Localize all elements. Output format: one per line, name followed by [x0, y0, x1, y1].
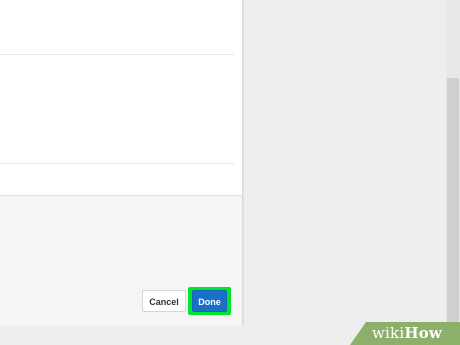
done-button[interactable]: Done [192, 290, 227, 312]
cancel-button[interactable]: Cancel [142, 290, 186, 312]
row-divider [0, 54, 234, 55]
wikihow-watermark: wikiHow [372, 323, 442, 343]
watermark-prefix: wiki [372, 324, 405, 342]
watermark-brand: How [404, 324, 443, 342]
dialog-content-area [0, 0, 242, 195]
dialog-panel [0, 0, 242, 326]
row-divider [0, 163, 234, 164]
scrollbar-thumb[interactable] [447, 78, 459, 324]
